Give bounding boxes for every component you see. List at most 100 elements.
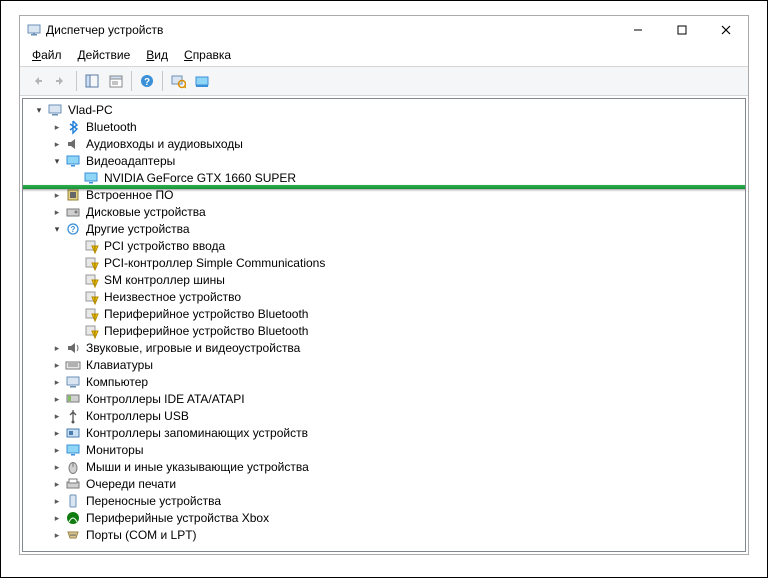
tree-category-bluetooth[interactable]: ▸ Bluetooth: [27, 119, 743, 135]
tree-root[interactable]: ▾ Vlad-PC: [27, 102, 743, 118]
tree-label: Очереди печати: [84, 476, 178, 492]
ide-controller-icon: [65, 391, 81, 407]
device-manager-window: Диспетчер устройств Файл Действие Вид Сп…: [0, 0, 768, 578]
tree-item-other-3[interactable]: ▸ ! Неизвестное устройство: [27, 289, 743, 305]
tree-item-other-4[interactable]: ▸ ! Периферийное устройство Bluetooth: [27, 306, 743, 322]
tree-label: Дисковые устройства: [84, 204, 208, 220]
warning-device-icon: !: [83, 323, 99, 339]
menu-file[interactable]: Файл: [30, 46, 64, 64]
tree-category-keyboards[interactable]: ▸ Клавиатуры: [27, 357, 743, 373]
tree-category-xbox[interactable]: ▸ Периферийные устройства Xbox: [27, 510, 743, 526]
expand-icon[interactable]: ▸: [51, 189, 63, 201]
expand-icon[interactable]: ▸: [51, 359, 63, 371]
tree-label: Звуковые, игровые и видеоустройства: [84, 340, 302, 356]
sound-icon: [65, 340, 81, 356]
tree-label: Неизвестное устройство: [102, 289, 243, 305]
tree-label: Клавиатуры: [84, 357, 155, 373]
expand-icon[interactable]: ▸: [51, 495, 63, 507]
svg-text:?: ?: [144, 77, 150, 88]
expand-icon[interactable]: ▸: [51, 410, 63, 422]
content-area: ▾ Vlad-PC ▸ Bluetooth ▸ Аудиовходы и ауд…: [22, 98, 746, 552]
expand-icon[interactable]: ▸: [51, 529, 63, 541]
tree-label: Периферийные устройства Xbox: [84, 510, 271, 526]
tree-label: NVIDIA GeForce GTX 1660 SUPER: [102, 170, 298, 186]
menubar: Файл Действие Вид Справка: [20, 44, 748, 66]
expand-icon[interactable]: ▸: [51, 376, 63, 388]
device-tree[interactable]: ▾ Vlad-PC ▸ Bluetooth ▸ Аудиовходы и ауд…: [23, 99, 745, 551]
tree-label: PCI-контроллер Simple Communications: [102, 255, 327, 271]
add-legacy-hardware-button[interactable]: [191, 70, 213, 92]
show-hide-tree-button[interactable]: [81, 70, 103, 92]
expand-icon[interactable]: ▸: [51, 478, 63, 490]
tree-label: Контроллеры IDE ATA/ATAPI: [84, 391, 247, 407]
nav-back-button: [26, 70, 48, 92]
tree-category-sound[interactable]: ▸ Звуковые, игровые и видеоустройства: [27, 340, 743, 356]
tree-item-other-0[interactable]: ▸ ! PCI устройство ввода: [27, 238, 743, 254]
disk-icon: [65, 204, 81, 220]
tree-label: Видеоадаптеры: [84, 153, 177, 169]
menu-help[interactable]: Справка: [182, 46, 233, 64]
help-button[interactable]: ?: [136, 70, 158, 92]
monitor-icon: [65, 442, 81, 458]
maximize-button[interactable]: [660, 16, 704, 44]
tree-label: Переносные устройства: [84, 493, 223, 509]
usb-icon: [65, 408, 81, 424]
expand-icon[interactable]: ▸: [51, 121, 63, 133]
tree-category-print-queues[interactable]: ▸ Очереди печати: [27, 476, 743, 492]
properties-button[interactable]: [105, 70, 127, 92]
tree-category-usb[interactable]: ▸ Контроллеры USB: [27, 408, 743, 424]
other-devices-icon: ?: [65, 221, 81, 237]
window-frame: Диспетчер устройств Файл Действие Вид Сп…: [19, 15, 749, 555]
audio-icon: [65, 136, 81, 152]
tree-category-ports[interactable]: ▸ Порты (COM и LPT): [27, 527, 743, 543]
expand-icon[interactable]: ▸: [51, 444, 63, 456]
tree-category-display-adapters[interactable]: ▾ Видеоадаптеры: [27, 153, 743, 169]
bluetooth-icon: [65, 119, 81, 135]
expand-icon[interactable]: ▸: [51, 206, 63, 218]
tree-category-monitors[interactable]: ▸ Мониторы: [27, 442, 743, 458]
minimize-button[interactable]: [616, 16, 660, 44]
port-icon: [65, 527, 81, 543]
menu-view[interactable]: Вид: [144, 46, 170, 64]
tree-category-firmware[interactable]: ▸ Встроенное ПО: [27, 187, 743, 203]
svg-text:?: ?: [71, 225, 76, 234]
tree-category-disk[interactable]: ▸ Дисковые устройства: [27, 204, 743, 220]
storage-controller-icon: [65, 425, 81, 441]
tree-item-other-1[interactable]: ▸ ! PCI-контроллер Simple Communications: [27, 255, 743, 271]
tree-category-storage-controllers[interactable]: ▸ Контроллеры запоминающих устройств: [27, 425, 743, 441]
tree-item-other-2[interactable]: ▸ ! SM контроллер шины: [27, 272, 743, 288]
tree-category-mice[interactable]: ▸ Мыши и иные указывающие устройства: [27, 459, 743, 475]
warning-device-icon: !: [83, 238, 99, 254]
expand-icon[interactable]: ▸: [51, 138, 63, 150]
tree-category-computer[interactable]: ▸ Компьютер: [27, 374, 743, 390]
computer-icon: [47, 102, 63, 118]
menu-action[interactable]: Действие: [76, 46, 133, 64]
tree-label: Периферийное устройство Bluetooth: [102, 306, 310, 322]
expand-icon[interactable]: ▸: [51, 461, 63, 473]
tree-item-nvidia[interactable]: ▸ NVIDIA GeForce GTX 1660 SUPER: [27, 170, 743, 186]
expand-icon[interactable]: ▸: [51, 342, 63, 354]
tree-label: Контроллеры USB: [84, 408, 191, 424]
tree-category-other-devices[interactable]: ▾ ? Другие устройства: [27, 221, 743, 237]
expand-icon[interactable]: ▸: [51, 393, 63, 405]
expand-icon[interactable]: ▸: [51, 427, 63, 439]
close-button[interactable]: [704, 16, 748, 44]
firmware-icon: [65, 187, 81, 203]
tree-category-audio[interactable]: ▸ Аудиовходы и аудиовыходы: [27, 136, 743, 152]
tree-label: Другие устройства: [84, 221, 192, 237]
expand-icon[interactable]: ▾: [51, 155, 63, 167]
expand-icon[interactable]: ▸: [51, 512, 63, 524]
tree-item-other-5[interactable]: ▸ ! Периферийное устройство Bluetooth: [27, 323, 743, 339]
mouse-icon: [65, 459, 81, 475]
titlebar[interactable]: Диспетчер устройств: [20, 16, 748, 44]
computer-icon: [65, 374, 81, 390]
expand-icon[interactable]: ▾: [33, 104, 45, 116]
tree-label: Мониторы: [84, 442, 145, 458]
expand-icon[interactable]: ▾: [51, 223, 63, 235]
app-icon: [26, 22, 42, 38]
warning-device-icon: !: [83, 272, 99, 288]
portable-device-icon: [65, 493, 81, 509]
tree-category-portable[interactable]: ▸ Переносные устройства: [27, 493, 743, 509]
scan-hardware-button[interactable]: [167, 70, 189, 92]
tree-category-ide[interactable]: ▸ Контроллеры IDE ATA/ATAPI: [27, 391, 743, 407]
